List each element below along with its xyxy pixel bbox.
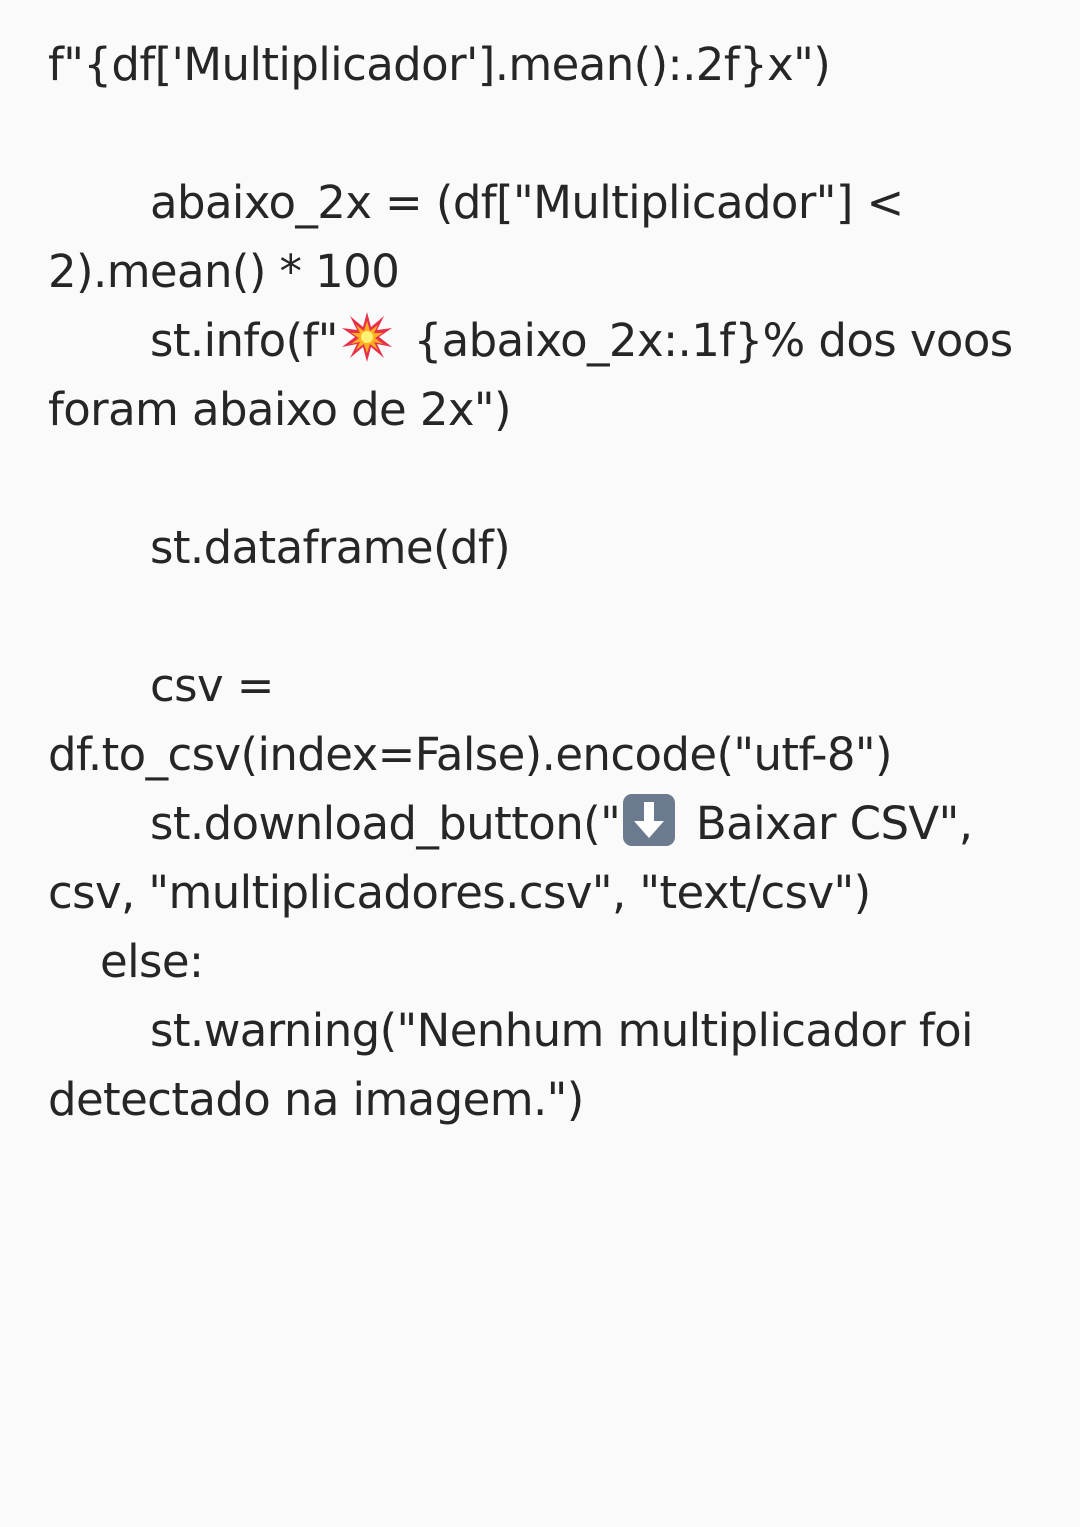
- collision-emoji-icon: [341, 312, 392, 362]
- code-line-4: 2).mean() * 100: [48, 245, 400, 298]
- down-arrow-emoji-icon: [623, 794, 676, 846]
- code-line-12-part-1: st.download_button(": [150, 797, 621, 850]
- code-line-13: csv, "multiplicadores.csv", "text/csv"): [48, 866, 871, 919]
- code-line-16: detectado na imagem."): [48, 1073, 584, 1126]
- code-line-5: st.info(f" {abaixo_2x:.1f}% dos voos: [48, 306, 1038, 375]
- code-line-10: csv =: [150, 659, 274, 712]
- code-line-12: st.download_button(" Baixar CSV",: [48, 789, 1038, 858]
- code-line-1: f"{df['Multiplicador'].mean():.2f}x"): [48, 38, 831, 91]
- code-line-12-part-2: Baixar CSV",: [682, 797, 973, 850]
- code-line-15: st.warning("Nenhum multiplicador foi: [150, 1004, 974, 1057]
- code-line-3: abaixo_2x = (df["Multiplicador"] <: [150, 176, 904, 229]
- code-line-11: df.to_csv(index=False).encode("utf-8"): [48, 728, 893, 781]
- code-line-8: st.dataframe(df): [150, 521, 511, 574]
- code-line-14: else:: [100, 935, 204, 988]
- code-line-5-part-1: st.info(f": [150, 314, 338, 367]
- code-line-6: foram abaixo de 2x"): [48, 383, 512, 436]
- code-line-5-part-2: {abaixo_2x:.1f}% dos voos: [399, 314, 1014, 367]
- code-document: f"{df['Multiplicador'].mean():.2f}x") ab…: [48, 30, 1038, 1134]
